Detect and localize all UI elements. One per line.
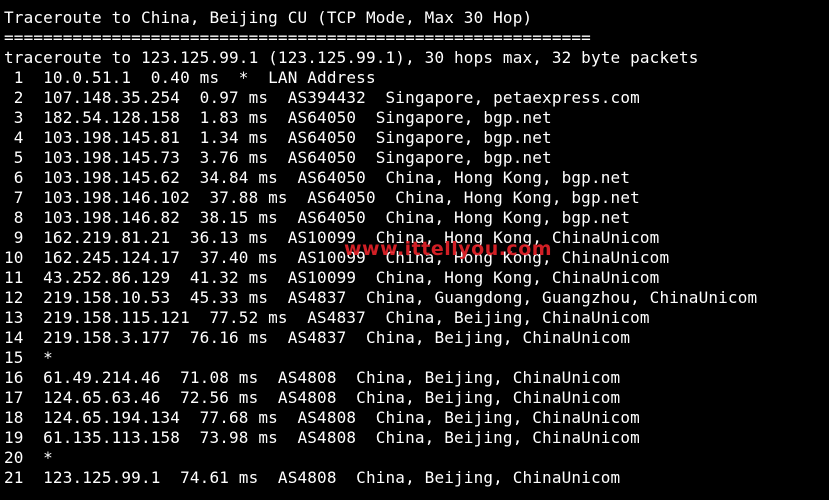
hop-row-2: 2 107.148.35.254 0.97 ms AS394432 Singap…	[4, 88, 640, 107]
hop-row-8: 8 103.198.146.82 38.15 ms AS64050 China,…	[4, 208, 631, 227]
hop-row-9: 9 162.219.81.21 36.13 ms AS10099 China, …	[4, 228, 660, 247]
hop-row-14: 14 219.158.3.177 76.16 ms AS4837 China, …	[4, 328, 631, 347]
hop-row-19: 19 61.135.113.158 73.98 ms AS4808 China,…	[4, 428, 640, 447]
hop-row-10: 10 162.245.124.17 37.40 ms AS10099 China…	[4, 248, 670, 267]
hop-row-6: 6 103.198.145.62 34.84 ms AS64050 China,…	[4, 168, 631, 187]
hop-row-21: 21 123.125.99.1 74.61 ms AS4808 China, B…	[4, 468, 621, 487]
hop-row-4: 4 103.198.145.81 1.34 ms AS64050 Singapo…	[4, 128, 552, 147]
terminal-window[interactable]: Traceroute to China, Beijing CU (TCP Mod…	[0, 0, 829, 500]
hop-row-16: 16 61.49.214.46 71.08 ms AS4808 China, B…	[4, 368, 621, 387]
hop-row-5: 5 103.198.145.73 3.76 ms AS64050 Singapo…	[4, 148, 552, 167]
hop-row-13: 13 219.158.115.121 77.52 ms AS4837 China…	[4, 308, 650, 327]
hop-row-12: 12 219.158.10.53 45.33 ms AS4837 China, …	[4, 288, 758, 307]
hop-row-3: 3 182.54.128.158 1.83 ms AS64050 Singapo…	[4, 108, 552, 127]
hop-row-15: 15 *	[4, 348, 53, 367]
hop-row-20: 20 *	[4, 448, 53, 467]
hop-row-18: 18 124.65.194.134 77.68 ms AS4808 China,…	[4, 408, 640, 427]
separator-line: ========================================…	[4, 28, 591, 47]
traceroute-header: Traceroute to China, Beijing CU (TCP Mod…	[4, 8, 533, 27]
hop-row-1: 1 10.0.51.1 0.40 ms * LAN Address	[4, 68, 376, 87]
hop-row-11: 11 43.252.86.129 41.32 ms AS10099 China,…	[4, 268, 660, 287]
hop-row-17: 17 124.65.63.46 72.56 ms AS4808 China, B…	[4, 388, 621, 407]
hop-row-7: 7 103.198.146.102 37.88 ms AS64050 China…	[4, 188, 640, 207]
traceroute-command: traceroute to 123.125.99.1 (123.125.99.1…	[4, 48, 699, 67]
